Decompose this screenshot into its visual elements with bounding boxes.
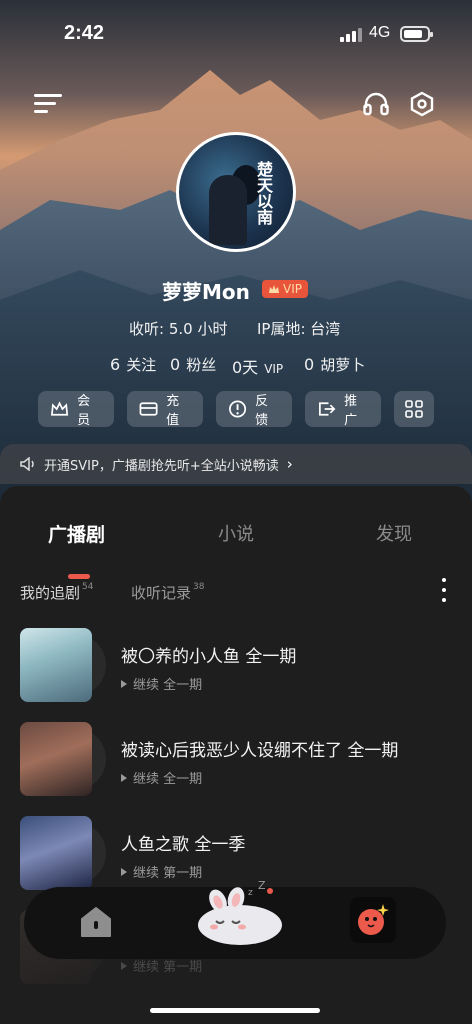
list-item[interactable]: 被读心后我恶少人设绷不住了 全一期 继续 全一期 (0, 720, 472, 800)
tab-radio-drama[interactable]: 广播剧 (48, 520, 105, 547)
fire-mascot-icon[interactable] (350, 897, 396, 943)
home-indicator[interactable] (150, 1008, 320, 1013)
ip-location: IP属地: 台湾 (257, 320, 341, 338)
vip-badge[interactable]: VIP (262, 280, 308, 298)
count-following[interactable]: 6 关注 (110, 354, 156, 375)
home-icon[interactable] (78, 905, 114, 939)
play-icon (121, 679, 127, 688)
action-row: 会员 充值 反馈 推广 (38, 391, 434, 428)
svg-text:z: z (248, 888, 253, 898)
bottom-navigation: z Z (24, 879, 446, 959)
avatar-calligraphy: 楚天以南 (254, 161, 273, 225)
username: 萝萝Mon (162, 280, 250, 304)
headphone-icon[interactable] (362, 90, 390, 118)
more-options-icon[interactable] (440, 578, 448, 602)
share-icon (319, 402, 336, 416)
network-type: 4G (369, 24, 391, 41)
more-apps-button[interactable] (394, 391, 434, 427)
chevron-right-icon: › (286, 455, 293, 473)
continue-link[interactable]: 继续 全一期 (121, 674, 202, 693)
drama-title: 被读心后我恶少人设绷不住了 全一期 (121, 741, 399, 761)
speaker-icon (20, 457, 34, 471)
listen-time: 收听: 5.0 小时 (129, 320, 228, 338)
menu-icon[interactable] (34, 92, 62, 116)
promote-button[interactable]: 推广 (305, 391, 381, 428)
avatar[interactable]: 楚天以南 (176, 132, 296, 252)
tab-discover[interactable]: 发现 (376, 520, 412, 546)
drama-cover (20, 628, 92, 702)
wallet-icon (139, 402, 158, 416)
drama-cover (20, 722, 92, 796)
svg-text:Z: Z (258, 881, 266, 892)
member-button[interactable]: 会员 (38, 391, 114, 428)
mascot-rabbit-icon[interactable]: z Z (192, 879, 288, 949)
subtab-following[interactable]: 我的追剧 54 (20, 582, 93, 603)
mountain-scenery (0, 0, 472, 520)
profile-header-background (0, 0, 472, 520)
play-icon (121, 773, 127, 782)
play-icon (121, 961, 127, 970)
play-icon (121, 867, 127, 876)
count-carrots[interactable]: 0 胡萝卜 (304, 354, 365, 375)
drama-title: 被〇养的小人鱼 全一期 (121, 647, 297, 667)
status-time: 2:42 (64, 22, 105, 44)
drama-title: 人鱼之歌 全一季 (121, 835, 246, 855)
tab-novel[interactable]: 小说 (218, 520, 254, 546)
signal-icon (340, 28, 362, 42)
settings-icon[interactable] (408, 90, 436, 118)
count-vip-days[interactable]: 0天 VIP (232, 354, 283, 378)
battery-icon (400, 26, 433, 42)
avatar-figure (209, 175, 247, 245)
list-item[interactable]: 被〇养的小人鱼 全一期 继续 全一期 (0, 626, 472, 706)
count-fans[interactable]: 0 粉丝 (170, 354, 216, 375)
status-bar: 2:42 4G (0, 0, 472, 70)
crown-icon (50, 401, 69, 416)
drama-cover (20, 816, 92, 890)
promo-text: 开通SVIP，广播剧抢先听+全站小说畅读 (44, 458, 279, 474)
svip-promo-banner[interactable]: 开通SVIP，广播剧抢先听+全站小说畅读 › (0, 444, 472, 484)
recharge-button[interactable]: 充值 (127, 391, 203, 428)
main-tabs: 广播剧 小说 发现 (0, 506, 472, 579)
tab-indicator (68, 574, 90, 579)
vip-label: VIP (283, 282, 302, 296)
feedback-icon (229, 400, 247, 418)
crown-icon (269, 285, 279, 293)
continue-link[interactable]: 继续 全一期 (121, 768, 202, 787)
subtab-history[interactable]: 收听记录 38 (131, 582, 204, 603)
feedback-button[interactable]: 反馈 (216, 391, 292, 428)
continue-link[interactable]: 继续 第一期 (121, 862, 202, 881)
grid-icon (405, 400, 423, 418)
